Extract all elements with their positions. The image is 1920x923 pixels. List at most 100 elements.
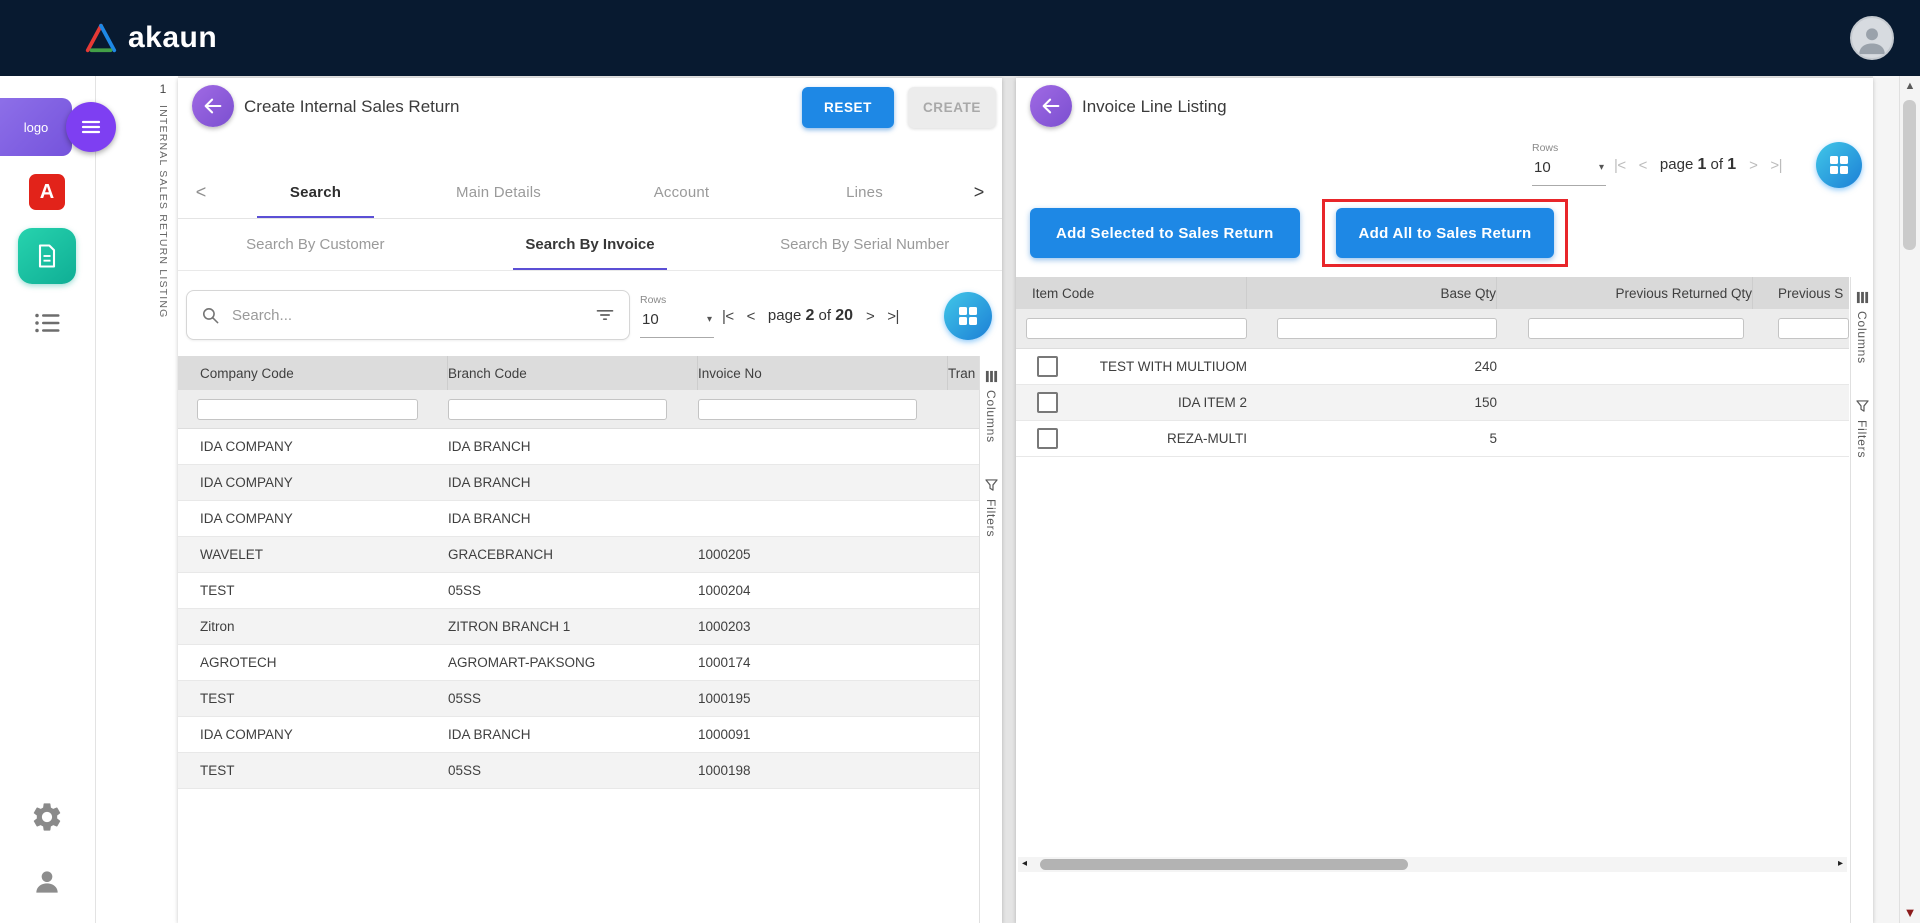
table-row[interactable]: TEST05SS1000195 xyxy=(178,681,980,717)
filter-input-invoice-no[interactable] xyxy=(698,399,917,420)
back-button[interactable] xyxy=(1030,85,1072,127)
reset-button[interactable]: RESET xyxy=(802,87,894,128)
rows-value: 10 xyxy=(642,311,659,328)
cell-company: IDA COMPANY xyxy=(178,475,448,490)
page-scroll-thumb[interactable] xyxy=(1903,100,1916,250)
next-page-button[interactable]: > xyxy=(1749,157,1757,174)
filter-input-item-code[interactable] xyxy=(1026,318,1247,339)
cell-invoice: 1000091 xyxy=(698,727,948,742)
pdf-app-icon[interactable]: A xyxy=(29,174,65,210)
left-table-side-tabs: Columns Filters xyxy=(979,356,1002,923)
tab-main-details[interactable]: Main Details xyxy=(407,166,590,218)
user-avatar[interactable] xyxy=(1850,16,1894,60)
of-word: of xyxy=(1711,156,1724,173)
filter-input-previous-returned-qty[interactable] xyxy=(1528,318,1744,339)
cell-invoice: 1000174 xyxy=(698,655,948,670)
scroll-down-icon[interactable]: ▼ xyxy=(1900,905,1920,920)
table-header: Company Code Branch Code Invoice No Tran xyxy=(178,356,980,390)
grid-view-button[interactable] xyxy=(944,292,992,340)
current-page: 1 xyxy=(1697,156,1706,173)
subtab-search-by-serial-number[interactable]: Search By Serial Number xyxy=(727,218,1002,270)
rows-per-page-select[interactable]: Rows 10 ▾ xyxy=(640,294,714,340)
table-row[interactable]: AGROTECHAGROMART-PAKSONG1000174 xyxy=(178,645,980,681)
select-underline xyxy=(640,337,714,338)
table-row[interactable]: REZA-MULTI 5 xyxy=(1016,421,1849,457)
search-sub-tabs: Search By Customer Search By Invoice Sea… xyxy=(178,218,1002,271)
table-row[interactable]: IDA COMPANYIDA BRANCH xyxy=(178,465,980,501)
table-row[interactable]: IDA ITEM 2 150 xyxy=(1016,385,1849,421)
subtab-search-by-customer[interactable]: Search By Customer xyxy=(178,218,453,270)
tab-account[interactable]: Account xyxy=(590,166,773,218)
row-checkbox[interactable] xyxy=(1037,392,1058,413)
scroll-right-icon[interactable]: ▸ xyxy=(1838,858,1843,869)
table-row[interactable]: IDA COMPANYIDA BRANCH1000091 xyxy=(178,717,980,753)
last-page-button[interactable]: >| xyxy=(887,308,899,325)
rows-per-page-select[interactable]: Rows 10 ▾ xyxy=(1532,142,1606,188)
last-page-button[interactable]: >| xyxy=(1770,157,1782,174)
page-scrollbar[interactable]: ▲ ▼ xyxy=(1899,76,1920,923)
filters-side-tab[interactable]: Filters xyxy=(984,479,998,537)
add-all-to-sales-return-button[interactable]: Add All to Sales Return xyxy=(1336,208,1553,258)
scroll-up-icon[interactable]: ▲ xyxy=(1900,80,1920,92)
subtab-label: Search By Customer xyxy=(246,236,384,253)
rows-value: 10 xyxy=(1534,159,1551,176)
column-header-base-qty: Base Qty xyxy=(1247,277,1497,309)
first-page-button[interactable]: |< xyxy=(1614,157,1626,174)
workspace-logo-text: logo xyxy=(24,120,49,135)
table-row[interactable]: IDA COMPANYIDA BRANCH xyxy=(178,501,980,537)
pagination: |< < page 1 of 1 > >| xyxy=(1614,142,1782,188)
back-button[interactable] xyxy=(192,85,234,127)
table-row[interactable]: TEST05SS1000198 xyxy=(178,753,980,789)
add-selected-to-sales-return-button[interactable]: Add Selected to Sales Return xyxy=(1030,208,1300,258)
listing-menu-icon[interactable] xyxy=(31,308,63,343)
columns-side-tab[interactable]: Columns xyxy=(1855,291,1869,364)
sidebar-toggle-button[interactable] xyxy=(66,102,116,152)
prev-page-button[interactable]: < xyxy=(1639,157,1647,174)
table-row[interactable]: IDA COMPANYIDA BRANCH xyxy=(178,429,980,465)
rows-label: Rows xyxy=(640,294,666,306)
table-row[interactable]: WAVELETGRACEBRANCH1000205 xyxy=(178,537,980,573)
brand-logo[interactable]: akaun xyxy=(84,21,217,55)
table-row[interactable]: TEST WITH MULTIUOM 240 xyxy=(1016,349,1849,385)
cell-branch: 05SS xyxy=(448,691,698,706)
search-input[interactable] xyxy=(230,306,585,325)
next-page-button[interactable]: > xyxy=(866,308,874,325)
subtab-search-by-invoice[interactable]: Search By Invoice xyxy=(453,218,728,270)
table-row[interactable]: ZitronZITRON BRANCH 11000203 xyxy=(178,609,980,645)
select-underline xyxy=(1532,185,1606,186)
vertical-tab-internal-sales-return-listing[interactable]: 1 INTERNAL SALES RETURN LISTING xyxy=(148,82,178,319)
filter-list-icon[interactable] xyxy=(595,305,615,325)
workspace-logo[interactable]: logo xyxy=(0,98,72,156)
row-checkbox[interactable] xyxy=(1037,356,1058,377)
cell-item-code: TEST WITH MULTIUOM xyxy=(1072,359,1247,374)
caret-down-icon: ▾ xyxy=(1599,162,1604,173)
settings-gear-icon[interactable] xyxy=(30,800,64,839)
cell-company: TEST xyxy=(178,691,448,706)
column-header-previous-returned-qty: Previous Returned Qty xyxy=(1497,277,1753,309)
grid-view-button[interactable] xyxy=(1816,142,1862,188)
table-row[interactable]: TEST05SS1000204 xyxy=(178,573,980,609)
first-page-button[interactable]: |< xyxy=(722,308,734,325)
cell-branch: IDA BRANCH xyxy=(448,727,698,742)
row-checkbox[interactable] xyxy=(1037,428,1058,449)
cell-branch: 05SS xyxy=(448,583,698,598)
filters-side-tab[interactable]: Filters xyxy=(1855,400,1869,458)
scroll-left-icon[interactable]: ◂ xyxy=(1022,858,1027,869)
horizontal-scrollbar[interactable]: ◂ ▸ xyxy=(1018,857,1847,872)
create-button[interactable]: CREATE xyxy=(908,87,996,128)
tab-search[interactable]: Search xyxy=(224,166,407,218)
horizontal-scroll-thumb[interactable] xyxy=(1040,859,1408,870)
filter-input-base-qty[interactable] xyxy=(1277,318,1497,339)
page-indicator: page 2 of 20 xyxy=(768,307,853,325)
total-pages: 1 xyxy=(1727,156,1736,173)
prev-page-button[interactable]: < xyxy=(747,308,755,325)
tabs-scroll-left-icon[interactable]: < xyxy=(178,182,224,203)
profile-icon[interactable] xyxy=(31,866,63,903)
filter-input-branch-code[interactable] xyxy=(448,399,667,420)
columns-side-tab[interactable]: Columns xyxy=(984,370,998,443)
sales-app-icon[interactable] xyxy=(18,228,76,284)
filter-input-company-code[interactable] xyxy=(197,399,418,420)
tabs-scroll-right-icon[interactable]: > xyxy=(956,182,1002,203)
filter-input-previous-s[interactable] xyxy=(1778,318,1849,339)
tab-lines[interactable]: Lines xyxy=(773,166,956,218)
